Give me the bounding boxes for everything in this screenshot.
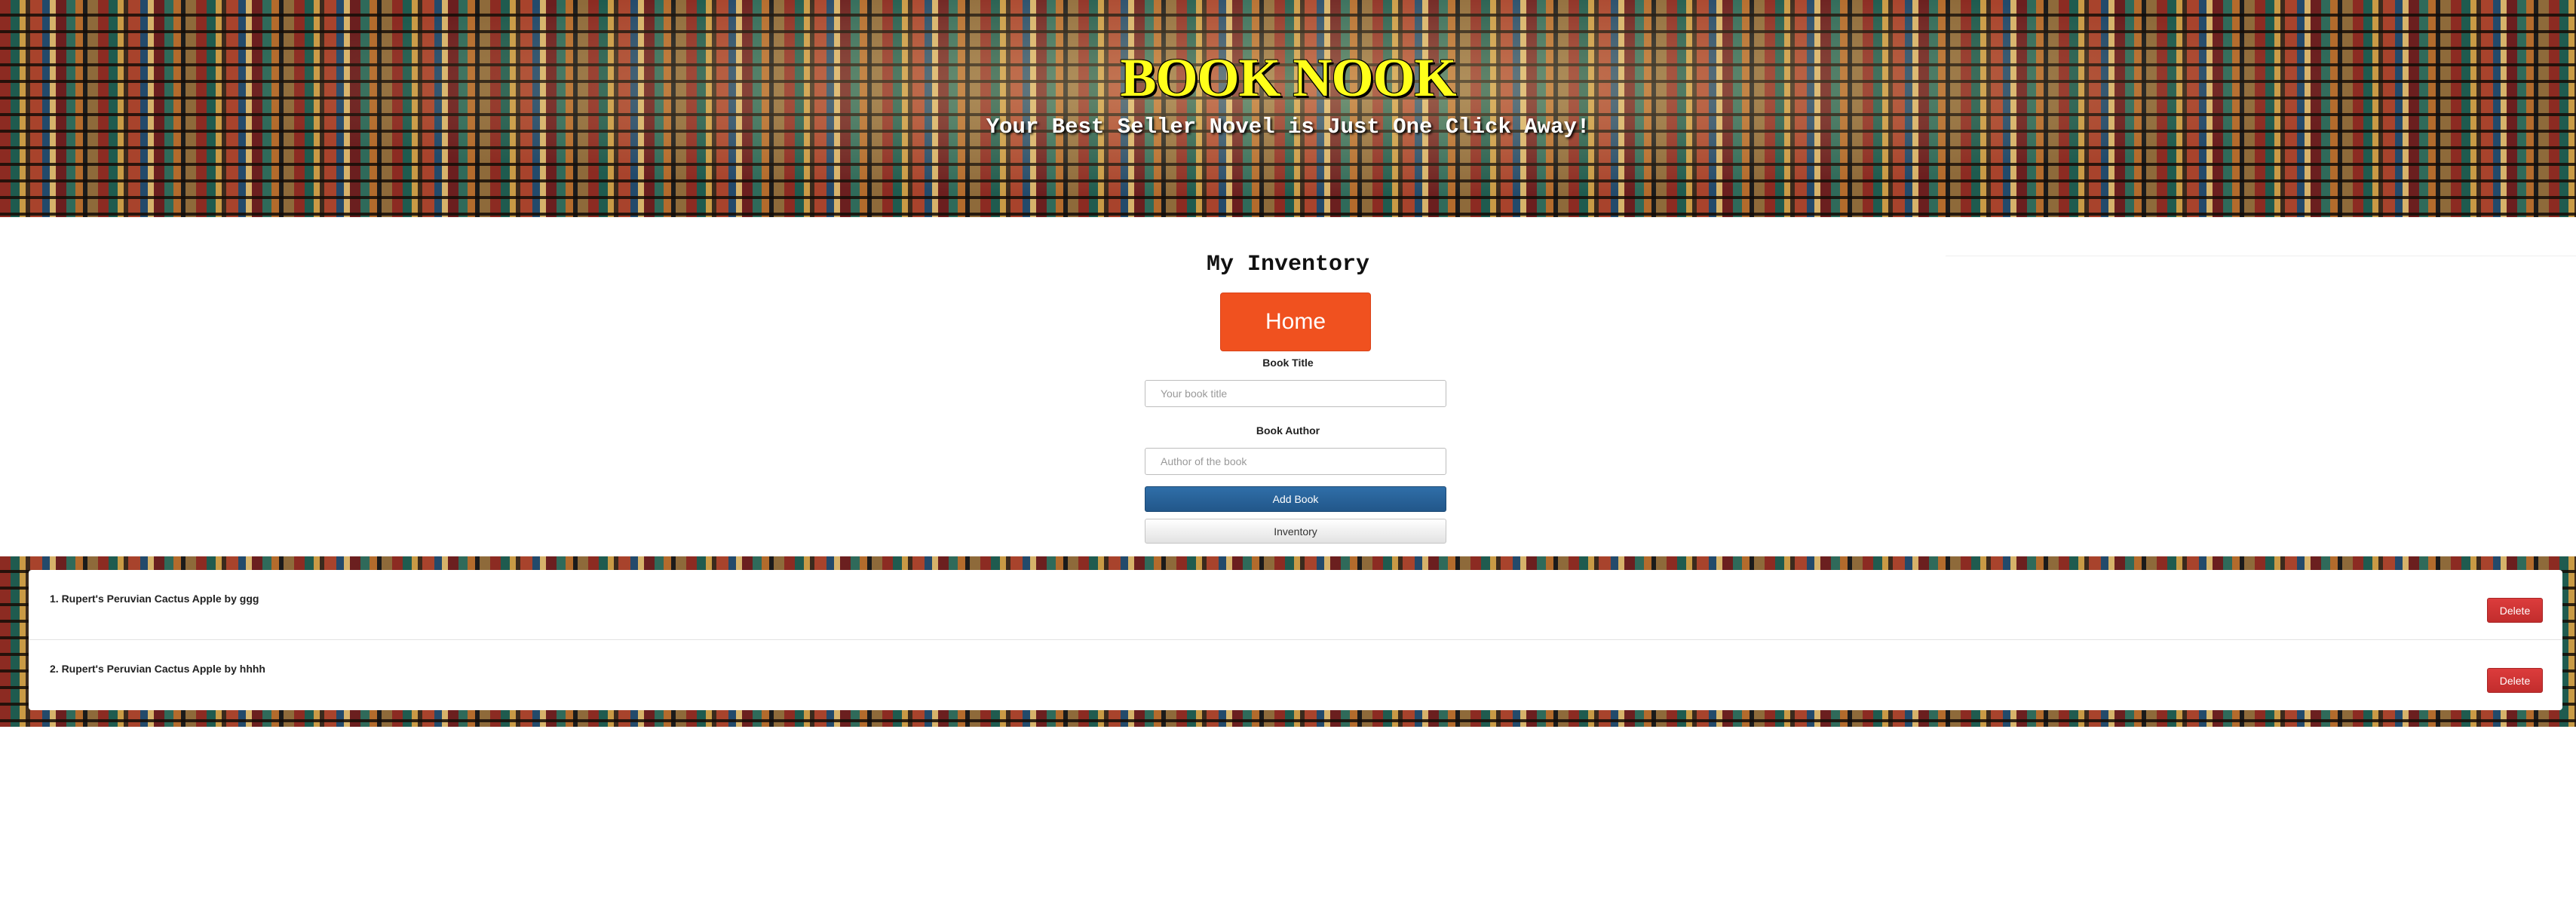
inventory-list: 1. Rupert's Peruvian Cactus Apple by ggg… [29,570,2562,710]
delete-button[interactable]: Delete [2487,598,2543,623]
book-title-label: Book Title [1262,357,1314,369]
book-title-input[interactable] [1145,380,1446,407]
delete-button[interactable]: Delete [2487,668,2543,693]
add-book-button[interactable]: Add Book [1145,486,1446,512]
list-item: 2. Rupert's Peruvian Cactus Apple by hhh… [29,639,2562,709]
page-title: My Inventory [1206,252,1370,277]
home-button[interactable]: Home [1220,293,1371,351]
header-banner: BOOK NOOK Your Best Seller Novel is Just… [0,0,2576,217]
book-entry-text: 1. Rupert's Peruvian Cactus Apple by ggg [50,593,259,605]
book-entry-text: 2. Rupert's Peruvian Cactus Apple by hhh… [50,663,265,675]
tagline: Your Best Seller Novel is Just One Click… [986,115,1590,139]
book-author-input[interactable] [1145,448,1446,475]
inventory-button[interactable]: Inventory [1145,519,1446,544]
brand-logo-text: BOOK NOOK [1120,47,1456,108]
inventory-list-band: 1. Rupert's Peruvian Cactus Apple by ggg… [0,556,2576,727]
list-item: 1. Rupert's Peruvian Cactus Apple by ggg… [29,570,2562,639]
book-author-label: Book Author [1256,424,1320,437]
